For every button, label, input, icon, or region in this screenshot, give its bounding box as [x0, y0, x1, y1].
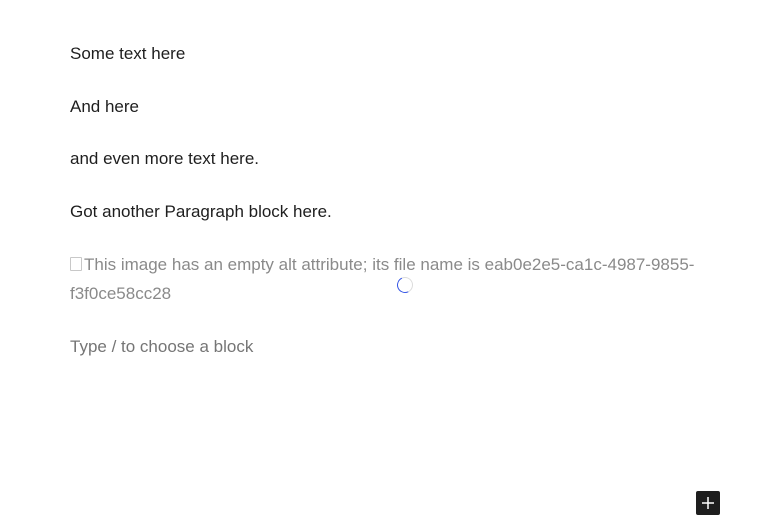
image-alt-text: This image has an empty alt attribute; i…: [70, 255, 695, 303]
paragraph-block[interactable]: Some text here: [70, 39, 185, 68]
paragraph-block[interactable]: and even more text here.: [70, 144, 259, 173]
block-editor-canvas: Some text here And here and even more te…: [0, 0, 759, 528]
block-inserter-button[interactable]: [696, 491, 720, 515]
spinner-icon: [397, 277, 413, 293]
empty-block-placeholder[interactable]: Type / to choose a block: [70, 332, 253, 361]
image-block[interactable]: This image has an empty alt attribute; i…: [70, 250, 710, 308]
broken-image-icon: [70, 257, 82, 271]
plus-icon: [702, 497, 714, 509]
paragraph-block[interactable]: And here: [70, 92, 139, 121]
paragraph-block[interactable]: Got another Paragraph block here.: [70, 197, 332, 226]
